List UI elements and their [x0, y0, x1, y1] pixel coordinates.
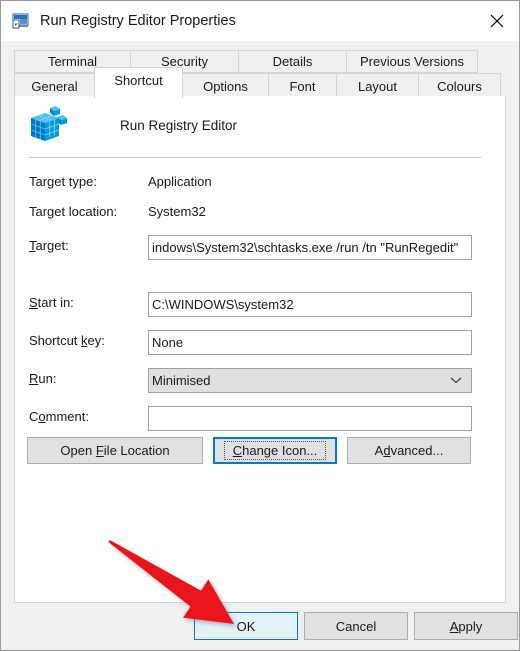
button-label: Advanced... — [374, 443, 444, 458]
advanced-button[interactable]: Advanced... — [347, 437, 471, 464]
tab-label: Details — [272, 54, 313, 69]
change-icon-button[interactable]: Change Icon... — [213, 437, 337, 464]
field-row-comment: Comment: — [29, 406, 494, 431]
label-target_type: Target type: — [29, 174, 97, 189]
tab-shortcut[interactable]: Shortcut — [94, 67, 183, 99]
field-row-start_in: Start in: C:\WINDOWS\system32 — [29, 292, 494, 317]
run-selected-value: Minimised — [152, 373, 211, 388]
label-run: Run: — [29, 371, 57, 386]
label-comment: Comment: — [29, 409, 89, 424]
button-label: Apply — [449, 618, 483, 634]
value-target_type: Application — [148, 174, 212, 189]
tab-label: General — [31, 79, 78, 94]
tab-previous-versions[interactable]: Previous Versions — [346, 50, 478, 73]
tab-row-top: Terminal Security Details Previous Versions — [14, 50, 478, 73]
ok-button[interactable]: OK — [194, 612, 298, 640]
apply-button[interactable]: Apply — [414, 612, 518, 640]
shortcut-header: Run Registry Editor — [28, 105, 237, 145]
field-row-shortcut_key: Shortcut key: None — [29, 330, 494, 355]
value-target_location: System32 — [148, 204, 206, 219]
header-separator — [29, 157, 481, 158]
title-bar: Run Registry Editor Properties — [1, 1, 519, 41]
window-title: Run Registry Editor Properties — [40, 13, 236, 29]
tab-label: Terminal — [47, 54, 98, 69]
label-shortcut_key: Shortcut key: — [29, 333, 105, 348]
field-row-target: Target: indows\System32\schtasks.exe /run… — [29, 235, 494, 260]
field-row-target_location: Target location: System32 — [29, 201, 494, 223]
dialog-footer: OK Cancel Apply — [1, 603, 519, 650]
open-file-location-button[interactable]: Open File Location — [27, 437, 203, 464]
shortcut-action-buttons: Open File Location Change Icon... Advanced… — [27, 437, 487, 464]
cancel-button[interactable]: Cancel — [304, 612, 408, 640]
focus-outline: Change Icon... — [223, 441, 327, 460]
label-start_in: Start in: — [29, 295, 74, 310]
run-dropdown[interactable]: Minimised — [148, 368, 472, 393]
tab-label: Options — [203, 79, 248, 94]
button-label: Change Icon... — [232, 443, 318, 458]
shortcut-properties-icon — [12, 12, 30, 30]
button-label: Cancel — [335, 618, 377, 634]
tab-details[interactable]: Details — [238, 50, 347, 73]
chevron-down-icon[interactable] — [450, 369, 462, 392]
field-row-target_type: Target type: Application — [29, 171, 494, 193]
tab-label: Colours — [437, 79, 482, 94]
field-row-run: Run: Minimised — [29, 368, 494, 393]
label-target: Target: — [29, 238, 69, 253]
tab-label: Previous Versions — [359, 54, 465, 69]
tab-label: Layout — [357, 79, 398, 94]
tab-label: Font — [289, 79, 316, 94]
tab-label: Shortcut — [114, 73, 163, 88]
shortcut-tab-panel: Run Registry Editor Target type: Applicat… — [14, 96, 506, 603]
close-icon[interactable] — [474, 1, 519, 41]
comment-input[interactable] — [148, 406, 472, 431]
button-label: Open File Location — [60, 443, 170, 458]
target-input[interactable]: indows\System32\schtasks.exe /run /tn "R… — [148, 235, 472, 260]
label-target_location: Target location: — [29, 204, 118, 219]
start_in-input[interactable]: C:\WINDOWS\system32 — [148, 292, 472, 317]
shortcut_key-input[interactable]: None — [148, 330, 472, 355]
registry-editor-icon — [28, 105, 68, 145]
properties-dialog-window: Run Registry Editor Properties Terminal S… — [0, 0, 520, 651]
tab-strip: Terminal Security Details Previous Versions… — [1, 41, 519, 99]
button-label: OK — [236, 618, 256, 634]
shortcut-display-name: Run Registry Editor — [120, 117, 238, 133]
